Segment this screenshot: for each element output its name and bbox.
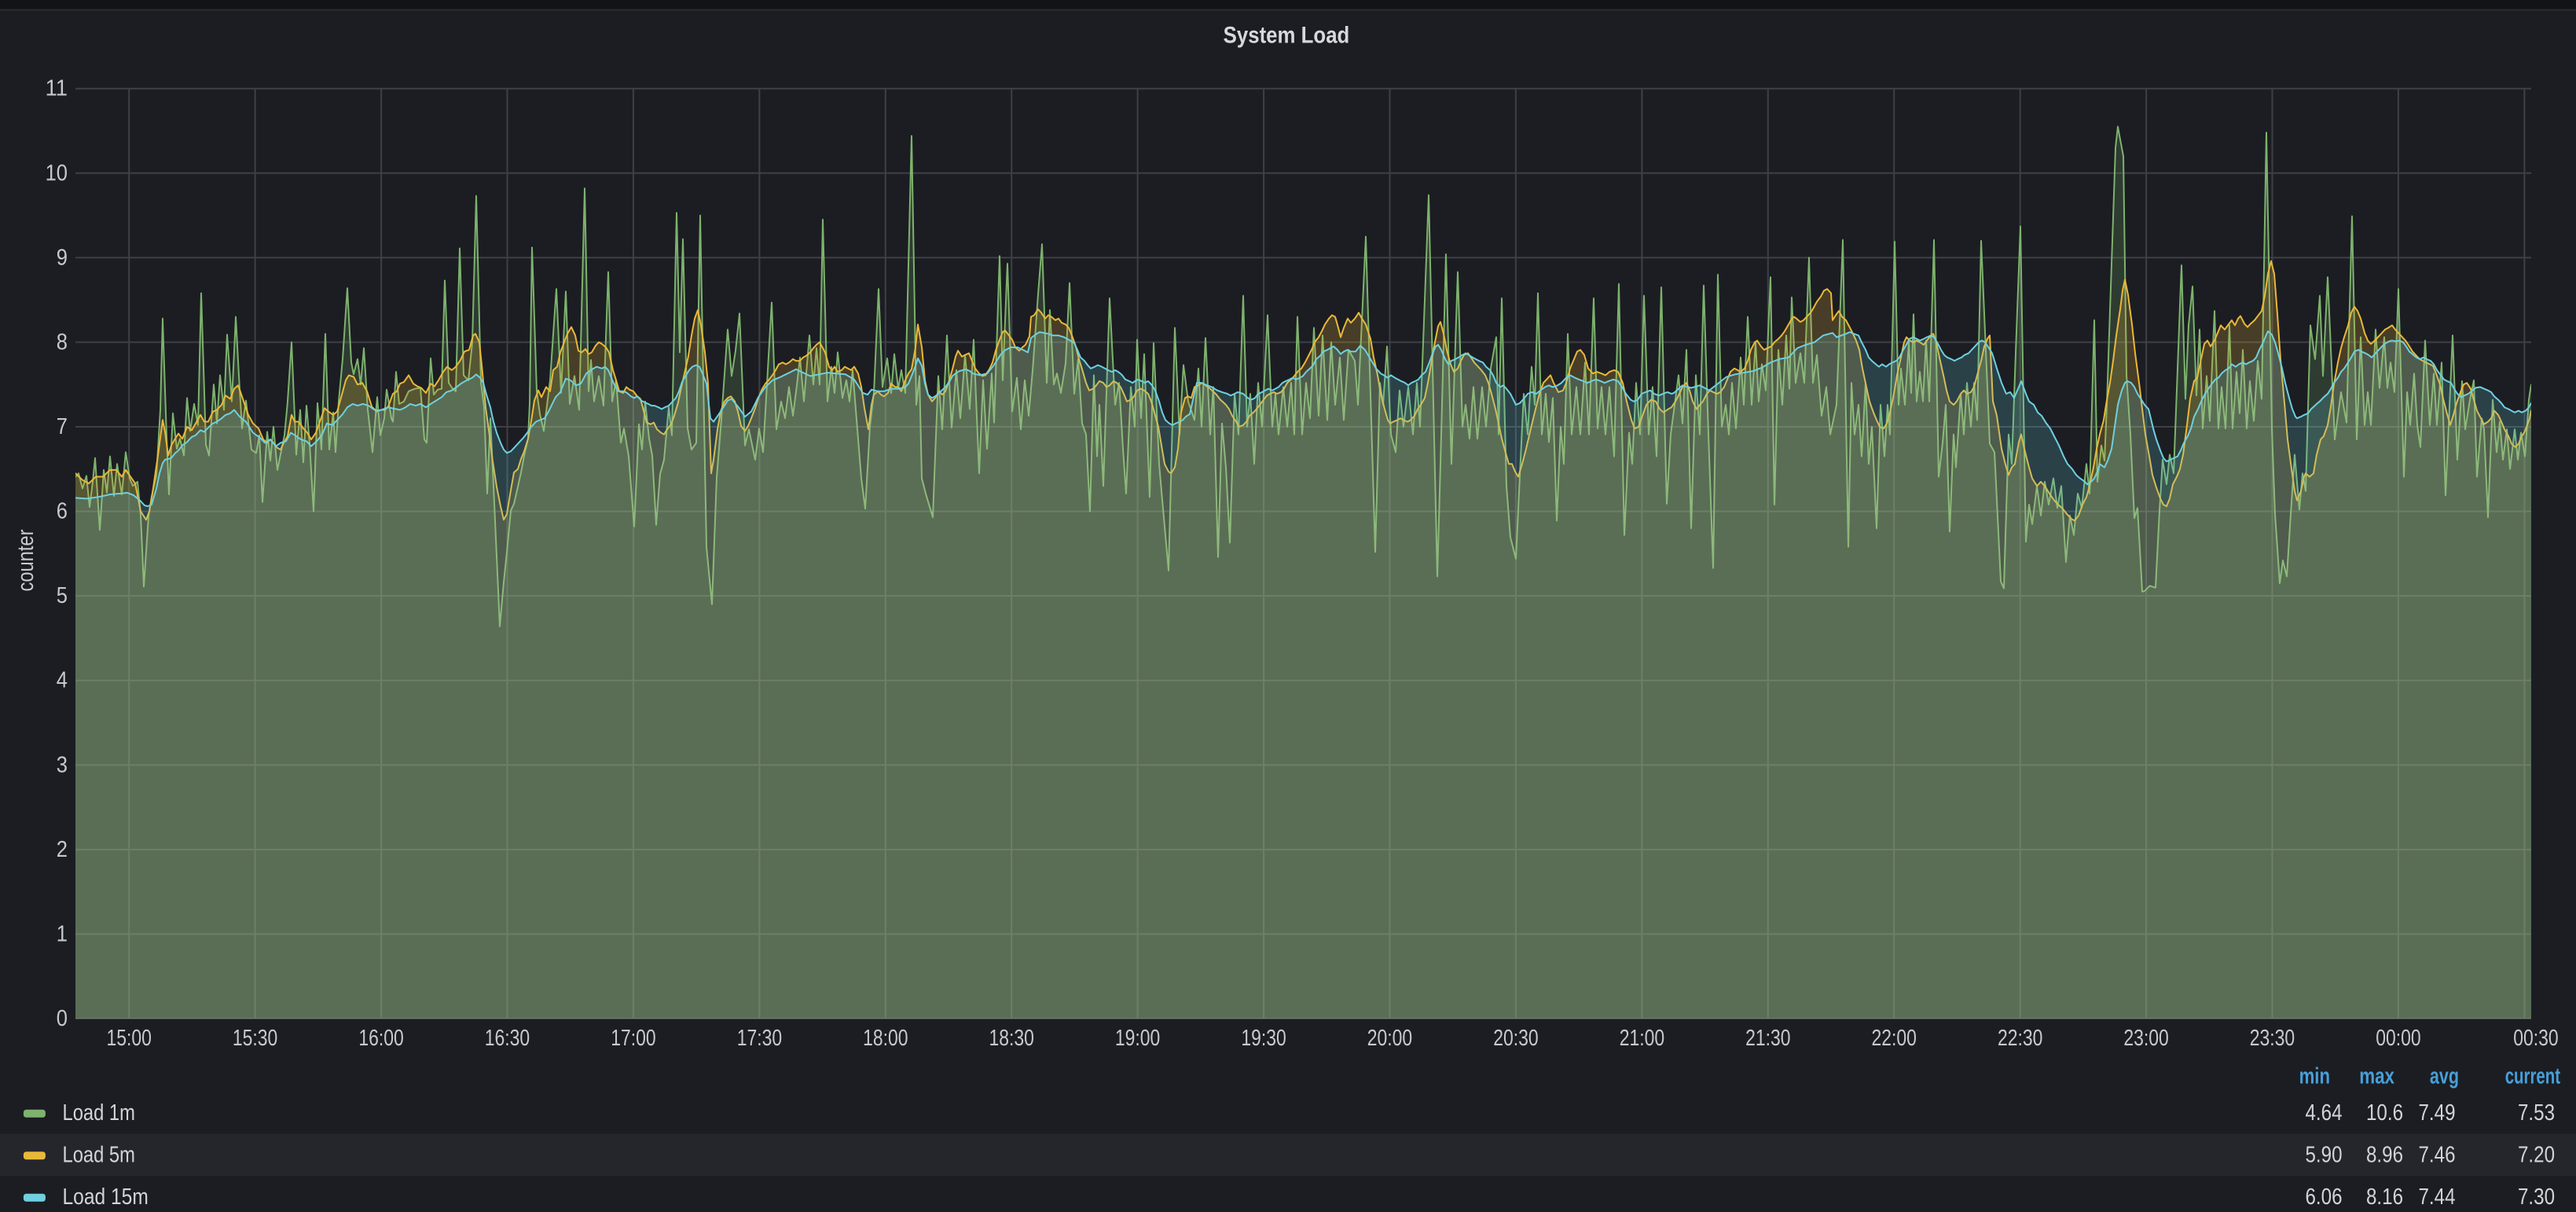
svg-text:21:30: 21:30 [1745,1026,1790,1051]
svg-text:3: 3 [57,752,68,777]
svg-text:16:00: 16:00 [358,1026,403,1051]
svg-text:7.53: 7.53 [2518,1100,2555,1126]
svg-text:4: 4 [57,668,68,693]
svg-text:15:30: 15:30 [233,1026,277,1051]
svg-text:System Load: System Load [1224,23,1350,49]
svg-text:7: 7 [57,414,68,439]
svg-text:18:30: 18:30 [989,1026,1034,1051]
svg-text:7.30: 7.30 [2518,1184,2555,1210]
svg-text:18:00: 18:00 [863,1026,908,1051]
svg-text:15:00: 15:00 [107,1026,152,1051]
svg-text:5.90: 5.90 [2306,1142,2343,1167]
svg-text:6.06: 6.06 [2306,1184,2343,1210]
svg-text:17:00: 17:00 [611,1026,655,1051]
svg-text:7.46: 7.46 [2419,1142,2456,1167]
svg-text:23:30: 23:30 [2250,1026,2295,1051]
svg-text:22:30: 22:30 [1998,1026,2042,1051]
svg-text:22:00: 22:00 [1872,1026,1917,1051]
svg-text:23:00: 23:00 [2123,1026,2168,1051]
svg-text:00:00: 00:00 [2376,1026,2420,1051]
svg-text:19:30: 19:30 [1241,1026,1286,1051]
svg-text:7.49: 7.49 [2419,1100,2456,1126]
svg-text:7.44: 7.44 [2419,1184,2456,1210]
svg-text:21:00: 21:00 [1620,1026,1664,1051]
svg-text:16:30: 16:30 [485,1026,530,1051]
svg-text:current: current [2505,1064,2561,1089]
svg-text:9: 9 [57,245,68,270]
svg-text:11: 11 [46,76,68,101]
svg-text:20:00: 20:00 [1367,1026,1412,1051]
svg-text:1: 1 [57,921,68,946]
svg-text:10: 10 [46,160,68,185]
svg-text:6: 6 [57,499,68,524]
svg-text:2: 2 [57,837,68,862]
svg-text:avg: avg [2430,1064,2459,1089]
svg-text:Load 15m: Load 15m [63,1184,149,1210]
svg-text:Load 1m: Load 1m [63,1100,135,1126]
svg-text:00:30: 00:30 [2513,1026,2558,1051]
svg-text:4.64: 4.64 [2306,1100,2343,1126]
svg-text:19:00: 19:00 [1115,1026,1160,1051]
svg-text:8.16: 8.16 [2366,1184,2403,1210]
svg-text:Load 5m: Load 5m [63,1142,135,1167]
svg-text:max: max [2359,1064,2394,1089]
svg-text:8: 8 [57,329,68,354]
svg-text:0: 0 [57,1006,68,1031]
svg-text:10.6: 10.6 [2366,1100,2403,1126]
svg-text:7.20: 7.20 [2518,1142,2555,1167]
svg-text:counter: counter [13,529,39,591]
svg-text:8.96: 8.96 [2366,1142,2403,1167]
svg-text:20:30: 20:30 [1493,1026,1538,1051]
svg-text:min: min [2299,1064,2330,1089]
svg-text:5: 5 [57,583,68,608]
svg-text:17:30: 17:30 [737,1026,782,1051]
